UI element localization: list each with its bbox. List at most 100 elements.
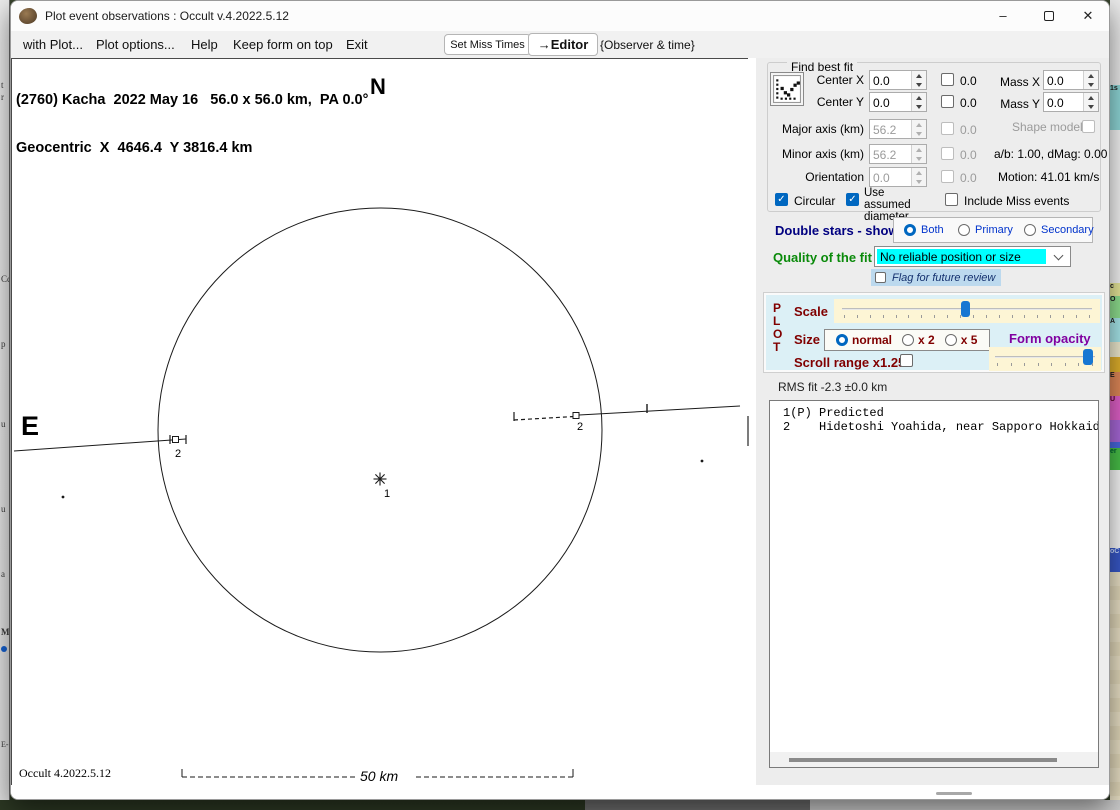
blue-dot-fragment <box>1 646 7 652</box>
control-panel: Find best fit Center X 0.0 0.0 Mass X 0.… <box>756 58 1109 785</box>
flag-review-label: Flag for future review <box>892 271 996 284</box>
menu-help[interactable]: Help <box>191 37 218 52</box>
radio-selected-icon <box>836 334 848 346</box>
spinner-up-icon[interactable] <box>912 71 926 80</box>
spinner-down-icon[interactable] <box>1084 102 1098 111</box>
menu-with-plot[interactable]: with Plot... <box>23 37 83 52</box>
site-dot-west <box>61 495 65 499</box>
best-fit-button[interactable] <box>770 72 804 106</box>
scale-bar-label: 50 km <box>360 768 398 784</box>
shape-model-checkbox[interactable] <box>1082 120 1095 133</box>
scroll-range-label: Scroll range x1.25 <box>794 355 906 370</box>
radio-icon <box>1024 224 1036 236</box>
ab-dmag-label: a/b: 1.00, dMag: 0.00 <box>994 147 1108 161</box>
flag-review-row: Flag for future review <box>871 269 1001 286</box>
major-axis-label: Major axis (km) <box>781 122 864 136</box>
flag-review-checkbox[interactable] <box>875 272 886 283</box>
orientation-spinner[interactable]: 0.0 <box>869 167 927 187</box>
observations-listbox[interactable]: 1(P) Predicted 2 Hidetoshi Yoahida, near… <box>769 400 1099 768</box>
site-dot-east <box>700 459 704 463</box>
quality-of-fit-label: Quality of the fit <box>773 250 872 265</box>
double-stars-option-both[interactable]: Both <box>904 224 944 236</box>
orientation-label: Orientation <box>805 170 864 184</box>
background-window-right-sliver: 1s c O A E U er oC <box>1110 0 1120 800</box>
quality-of-fit-combobox[interactable]: No reliable position or size <box>874 246 1071 267</box>
chord2-east-dashed <box>513 415 575 421</box>
scale-slider[interactable] <box>834 299 1100 323</box>
plot-vertical-scrollbar-thumb[interactable] <box>747 416 749 446</box>
spinner-down-icon[interactable] <box>912 102 926 111</box>
menu-exit[interactable]: Exit <box>346 37 368 52</box>
minor-axis-checkbox[interactable] <box>941 147 954 160</box>
use-assumed-diameter-checkbox[interactable]: ✓ <box>846 193 859 206</box>
form-opacity-label: Form opacity <box>1009 331 1091 346</box>
spinner-up-icon[interactable] <box>1084 71 1098 80</box>
size-radio-group: normal x 2 x 5 <box>824 329 990 351</box>
observations-hscrollbar[interactable] <box>770 752 1098 767</box>
set-miss-times-button[interactable]: Set Miss Times <box>444 34 531 55</box>
major-axis-checkbox[interactable] <box>941 122 954 135</box>
spinner-up-icon[interactable] <box>912 93 926 102</box>
minor-axis-label: Minor axis (km) <box>781 147 864 161</box>
menu-plot-options[interactable]: Plot options... <box>96 37 175 52</box>
check-icon: ✓ <box>777 194 786 205</box>
include-miss-events-checkbox[interactable] <box>945 193 958 206</box>
mass-x-spinner[interactable]: 0.0 <box>1043 70 1099 90</box>
double-stars-label: Double stars - show <box>775 223 899 238</box>
light-curve-icon <box>773 75 801 103</box>
form-opacity-slider[interactable] <box>989 347 1101 371</box>
center-x-spinner[interactable]: 0.0 <box>869 70 927 90</box>
observation-row[interactable]: 2 Hidetoshi Yoahida, near Sapporo Hokkai… <box>783 420 1098 434</box>
mass-y-label: Mass Y <box>1000 97 1040 111</box>
minor-axis-side-value: 0.0 <box>960 148 977 162</box>
scale-label: Scale <box>794 304 828 319</box>
size-option-x5[interactable]: x 5 <box>944 333 977 347</box>
spinner-down-icon[interactable] <box>1084 80 1098 89</box>
mass-y-spinner[interactable]: 0.0 <box>1043 92 1099 112</box>
center-y-checkbox[interactable] <box>941 95 954 108</box>
size-option-normal[interactable]: normal <box>836 333 892 347</box>
minimize-button[interactable]: – <box>980 1 1026 30</box>
check-icon: ✓ <box>848 194 857 205</box>
chord2-west-marker <box>172 436 179 443</box>
center-x-checkbox[interactable] <box>941 73 954 86</box>
observation-row[interactable]: 1(P) Predicted <box>783 406 1098 420</box>
radio-icon <box>958 224 970 236</box>
observations-hscrollbar-thumb[interactable] <box>789 758 1057 762</box>
menubar: with Plot... Plot options... Help Keep f… <box>11 31 1109 58</box>
circular-label: Circular <box>794 194 836 208</box>
chord2-east-line <box>578 405 741 416</box>
circular-checkbox[interactable]: ✓ <box>775 193 788 206</box>
window-title: Plot event observations : Occult v.4.202… <box>45 9 289 23</box>
scroll-range-checkbox[interactable] <box>900 354 913 367</box>
editor-button[interactable]: →Editor <box>528 33 598 56</box>
bottom-scrollbar-thumb[interactable] <box>936 792 972 795</box>
asteroid-app-icon <box>19 8 37 24</box>
include-miss-events-label: Include Miss events <box>964 194 1070 208</box>
asteroid-limb-circle <box>157 207 603 653</box>
titlebar: Plot event observations : Occult v.4.202… <box>11 1 1109 31</box>
close-icon: ✕ <box>1082 7 1094 23</box>
double-stars-option-primary[interactable]: Primary <box>958 224 1013 236</box>
size-option-x2[interactable]: x 2 <box>902 333 935 347</box>
minimize-icon: – <box>999 8 1007 23</box>
double-stars-radio-group: Both Primary Secondary <box>893 217 1094 243</box>
radio-icon <box>944 334 957 346</box>
spinner-up-icon[interactable] <box>1084 93 1098 102</box>
occult-plot-window: Plot event observations : Occult v.4.202… <box>10 0 1110 800</box>
spinner-down-icon[interactable] <box>912 80 926 89</box>
center-x-side-value: 0.0 <box>960 74 977 88</box>
center-y-side-value: 0.0 <box>960 96 977 110</box>
motion-label: Motion: 41.01 km/s <box>998 170 1100 184</box>
rms-fit-label: RMS fit -2.3 ±0.0 km <box>778 380 888 394</box>
quality-selected-value: No reliable position or size <box>877 249 1046 264</box>
double-stars-option-secondary[interactable]: Secondary <box>1024 224 1094 236</box>
plot-canvas[interactable]: (2760) Kacha 2022 May 16 56.0 x 56.0 km,… <box>11 58 748 786</box>
orientation-checkbox[interactable] <box>941 170 954 183</box>
center-y-spinner[interactable]: 0.0 <box>869 92 927 112</box>
menu-keep-on-top[interactable]: Keep form on top <box>233 37 333 52</box>
minor-axis-spinner[interactable]: 56.2 <box>869 144 927 164</box>
close-button[interactable]: ✕ <box>1065 1 1109 30</box>
major-axis-spinner[interactable]: 56.2 <box>869 119 927 139</box>
radio-icon <box>902 334 915 346</box>
